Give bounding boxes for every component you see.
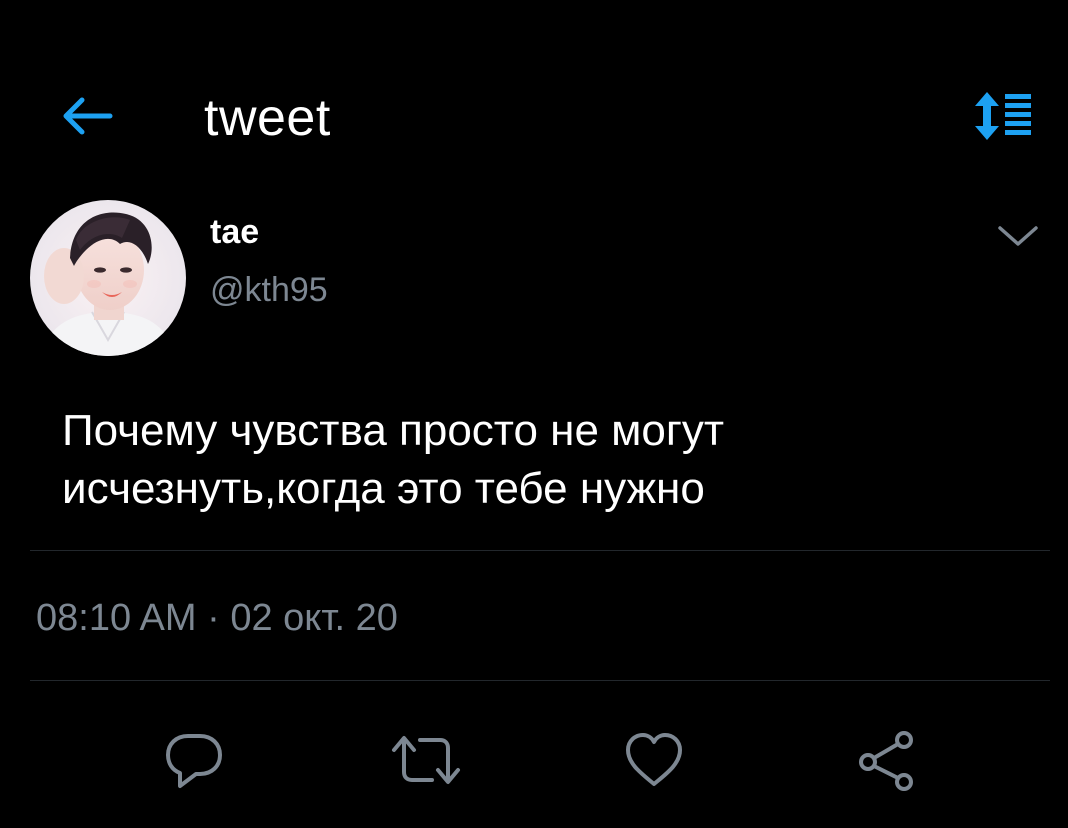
share-button[interactable] <box>846 720 926 800</box>
divider <box>30 680 1050 681</box>
divider <box>30 550 1050 551</box>
reply-icon <box>166 734 222 788</box>
sort-list-icon <box>975 92 1031 140</box>
reply-button[interactable] <box>154 720 234 800</box>
avatar-image <box>30 200 186 356</box>
share-icon <box>859 731 913 791</box>
tweet-actions-bar <box>0 710 1068 810</box>
like-heart-icon <box>626 733 682 786</box>
tweet-timestamp: 08:10 AM · 02 окт. 20 <box>36 597 398 639</box>
like-button[interactable] <box>614 720 694 800</box>
retweet-button[interactable] <box>386 720 466 800</box>
tweet-options-button[interactable] <box>988 212 1048 260</box>
chevron-down-icon <box>998 226 1038 246</box>
author-handle[interactable]: @kth95 <box>210 268 328 312</box>
arrow-left-icon <box>63 97 113 135</box>
author-name[interactable]: tae <box>210 212 259 252</box>
page-title: tweet <box>204 89 331 147</box>
sort-button[interactable] <box>968 90 1038 142</box>
retweet-icon <box>392 736 460 784</box>
avatar[interactable] <box>30 200 186 356</box>
app-header: tweet <box>0 0 1068 240</box>
tweet-text: Почему чувства просто не могут исчезнуть… <box>62 406 725 513</box>
back-button[interactable] <box>56 92 116 140</box>
